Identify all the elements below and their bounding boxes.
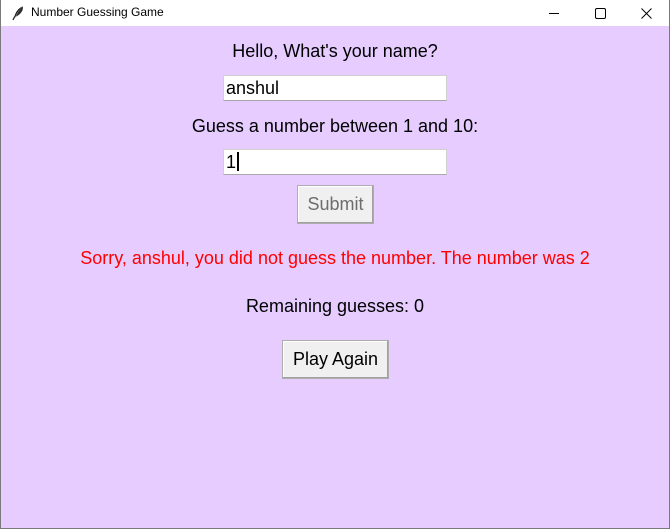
name-prompt-label: Hello, What's your name? — [232, 41, 438, 61]
guess-prompt-label: Guess a number between 1 and 10: — [191, 116, 479, 136]
remaining-guesses-label: Remaining guesses: 0 — [245, 296, 425, 316]
maximize-button[interactable] — [577, 0, 623, 26]
close-button[interactable] — [623, 0, 669, 26]
guess-input[interactable]: 1 — [223, 149, 447, 175]
name-input[interactable]: anshul — [223, 75, 447, 101]
window-title: Number Guessing Game — [31, 5, 164, 19]
guess-input-value: 1 — [226, 152, 237, 172]
feather-icon — [10, 5, 26, 21]
app-window: Number Guessing Game Hello, What's your … — [0, 0, 670, 529]
maximize-icon — [594, 7, 606, 19]
text-cursor — [237, 152, 240, 171]
result-message: Sorry, anshul, you did not guess the num… — [80, 248, 590, 268]
submit-button[interactable]: Submit — [297, 185, 374, 224]
title-bar[interactable]: Number Guessing Game — [1, 0, 669, 26]
close-icon — [640, 7, 652, 19]
minimize-button[interactable] — [531, 0, 577, 26]
name-input-value: anshul — [226, 78, 280, 98]
play-again-button[interactable]: Play Again — [282, 340, 389, 379]
minimize-icon — [549, 8, 559, 18]
game-panel: Hello, What's your name? anshul Guess a … — [1, 26, 669, 528]
